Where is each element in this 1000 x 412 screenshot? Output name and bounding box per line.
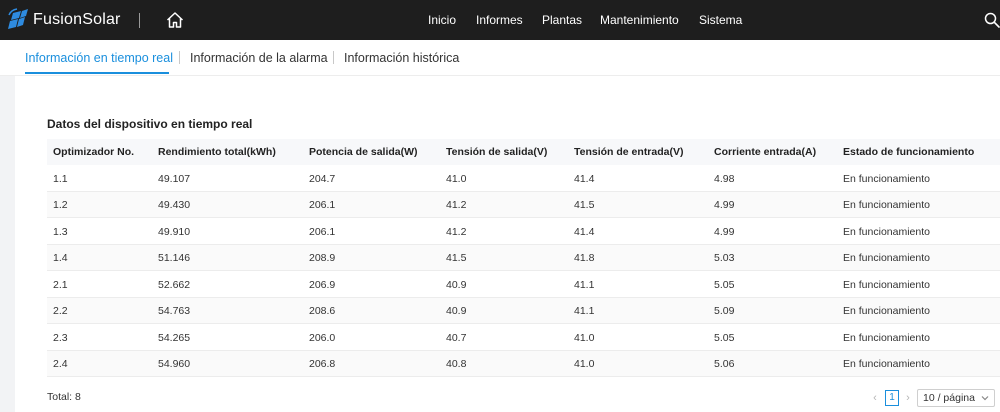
topbar-divider — [139, 13, 140, 28]
cell-input-current: 4.98 — [714, 173, 735, 185]
cell-input-current: 4.99 — [714, 226, 735, 238]
nav-sistema[interactable]: Sistema — [699, 0, 742, 40]
cell-optimizer-no: 1.4 — [53, 252, 68, 264]
cell-input-voltage: 41.5 — [574, 199, 595, 211]
cell-total-yield: 54.265 — [158, 332, 191, 344]
cell-input-current: 5.06 — [714, 358, 735, 370]
cell-optimizer-no: 1.3 — [53, 226, 68, 238]
table-row[interactable]: 1.2 49.430 206.1 41.2 41.5 4.99 En funci… — [47, 192, 1000, 218]
brand-name[interactable]: FusionSolar — [33, 10, 121, 30]
column-header-output-voltage[interactable]: Tensión de salida(V) — [446, 139, 547, 165]
section-title: Datos del dispositivo en tiempo real — [47, 117, 253, 131]
nav-informes[interactable]: Informes — [476, 0, 523, 40]
cell-output-power: 208.9 — [309, 252, 336, 264]
table-row[interactable]: 2.2 54.763 208.6 40.9 41.1 5.09 En funci… — [47, 298, 1000, 324]
cell-total-yield: 49.430 — [158, 199, 191, 211]
cell-total-yield: 49.107 — [158, 173, 191, 185]
cell-optimizer-no: 1.2 — [53, 199, 68, 211]
cell-output-power: 208.6 — [309, 305, 336, 317]
pagination-next-icon[interactable]: › — [902, 390, 914, 406]
cell-total-yield: 54.960 — [158, 358, 191, 370]
cell-total-yield: 51.146 — [158, 252, 191, 264]
column-header-status[interactable]: Estado de funcionamiento — [843, 139, 974, 165]
nav-inicio[interactable]: Inicio — [428, 0, 456, 40]
column-header-input-current[interactable]: Corriente entrada(A) — [714, 139, 816, 165]
cell-output-voltage: 41.0 — [446, 173, 467, 185]
tab-separator — [179, 51, 180, 64]
cell-optimizer-no: 2.3 — [53, 332, 68, 344]
cell-total-yield: 49.910 — [158, 226, 191, 238]
pagination-page-1[interactable]: 1 — [885, 390, 899, 406]
cell-output-power: 204.7 — [309, 173, 336, 185]
cell-output-voltage: 41.2 — [446, 199, 467, 211]
nav-mantenimiento[interactable]: Mantenimiento — [600, 0, 679, 40]
cell-input-current: 5.09 — [714, 305, 735, 317]
cell-status: En funcionamiento — [843, 279, 930, 291]
fusionsolar-logo-icon[interactable] — [7, 8, 29, 30]
tabs-divider — [0, 75, 1000, 76]
cell-input-current: 4.99 — [714, 199, 735, 211]
table-row[interactable]: 1.3 49.910 206.1 41.2 41.4 4.99 En funci… — [47, 219, 1000, 245]
cell-status: En funcionamiento — [843, 332, 930, 344]
cell-status: En funcionamiento — [843, 305, 930, 317]
cell-optimizer-no: 2.2 — [53, 305, 68, 317]
cell-output-voltage: 40.8 — [446, 358, 467, 370]
cell-output-voltage: 40.9 — [446, 279, 467, 291]
cell-input-voltage: 41.1 — [574, 305, 595, 317]
cell-input-voltage: 41.4 — [574, 226, 595, 238]
home-icon[interactable] — [165, 10, 185, 30]
table-row[interactable]: 1.1 49.107 204.7 41.0 41.4 4.98 En funci… — [47, 166, 1000, 192]
cell-output-power: 206.9 — [309, 279, 336, 291]
column-header-input-voltage[interactable]: Tensión de entrada(V) — [574, 139, 684, 165]
table-row[interactable]: 2.3 54.265 206.0 40.7 41.0 5.05 En funci… — [47, 325, 1000, 351]
cell-output-voltage: 41.2 — [446, 226, 467, 238]
cell-output-power: 206.1 — [309, 199, 336, 211]
cell-optimizer-no: 1.1 — [53, 173, 68, 185]
tab-separator — [333, 51, 334, 64]
pagination-prev-icon[interactable]: ‹ — [869, 390, 881, 406]
nav-plantas[interactable]: Plantas — [542, 0, 582, 40]
left-gutter — [0, 76, 15, 412]
cell-input-voltage: 41.8 — [574, 252, 595, 264]
table-row[interactable]: 1.4 51.146 208.9 41.5 41.8 5.03 En funci… — [47, 245, 1000, 271]
cell-status: En funcionamiento — [843, 173, 930, 185]
cell-input-voltage: 41.0 — [574, 358, 595, 370]
page-size-value: 10 / página — [923, 392, 975, 404]
cell-total-yield: 52.662 — [158, 279, 191, 291]
cell-total-yield: 54.763 — [158, 305, 191, 317]
page-size-select[interactable]: 10 / página — [917, 389, 995, 407]
cell-optimizer-no: 2.1 — [53, 279, 68, 291]
cell-output-voltage: 41.5 — [446, 252, 467, 264]
total-count: Total: 8 — [47, 391, 81, 403]
tab-history-info[interactable]: Información histórica — [344, 48, 459, 68]
cell-input-voltage: 41.4 — [574, 173, 595, 185]
cell-input-current: 5.05 — [714, 332, 735, 344]
table-row[interactable]: 2.4 54.960 206.8 40.8 41.0 5.06 En funci… — [47, 351, 1000, 377]
cell-status: En funcionamiento — [843, 226, 930, 238]
cell-input-voltage: 41.0 — [574, 332, 595, 344]
table-row[interactable]: 2.1 52.662 206.9 40.9 41.1 5.05 En funci… — [47, 272, 1000, 298]
search-icon[interactable] — [984, 12, 1000, 28]
cell-output-voltage: 40.9 — [446, 305, 467, 317]
active-tab-indicator — [25, 72, 169, 74]
cell-input-voltage: 41.1 — [574, 279, 595, 291]
cell-output-voltage: 40.7 — [446, 332, 467, 344]
cell-input-current: 5.05 — [714, 279, 735, 291]
cell-status: En funcionamiento — [843, 199, 930, 211]
column-header-total-yield[interactable]: Rendimiento total(kWh) — [158, 139, 276, 165]
cell-optimizer-no: 2.4 — [53, 358, 68, 370]
tab-realtime-info[interactable]: Información en tiempo real — [25, 48, 173, 68]
tab-alarm-info[interactable]: Información de la alarma — [190, 48, 328, 68]
top-navigation-bar: FusionSolar Inicio Informes Plantas Mant… — [0, 0, 1000, 40]
chevron-down-icon — [981, 396, 989, 401]
cell-input-current: 5.03 — [714, 252, 735, 264]
cell-output-power: 206.1 — [309, 226, 336, 238]
column-header-optimizer-no[interactable]: Optimizador No. — [53, 139, 134, 165]
cell-output-power: 206.8 — [309, 358, 336, 370]
column-header-output-power[interactable]: Potencia de salida(W) — [309, 139, 418, 165]
cell-status: En funcionamiento — [843, 252, 930, 264]
cell-output-power: 206.0 — [309, 332, 336, 344]
cell-status: En funcionamiento — [843, 358, 930, 370]
